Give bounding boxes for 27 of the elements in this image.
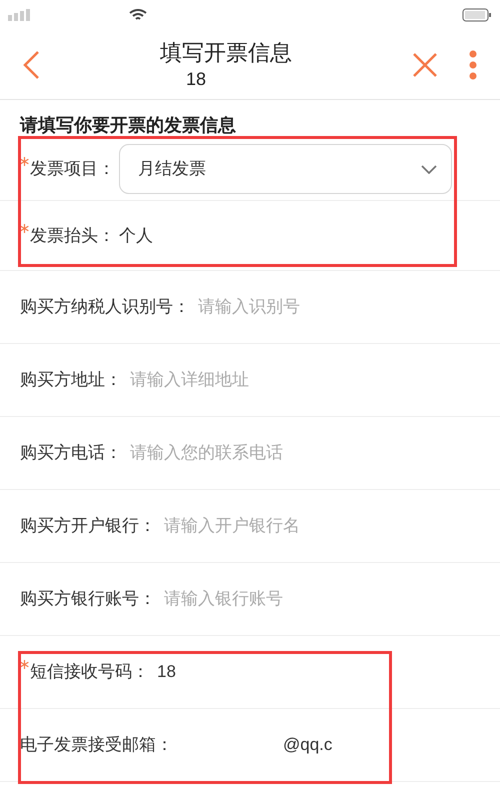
page-subtitle: 18 <box>186 68 208 90</box>
wifi-icon <box>129 9 147 21</box>
section-heading: 请填写你要开票的发票信息 <box>18 114 237 137</box>
field-label: 短信接收号码： <box>20 659 149 685</box>
field-label: 发票项目： <box>20 156 115 182</box>
input-field[interactable]: 请输入您的联系电话 <box>130 440 452 466</box>
back-icon[interactable] <box>22 50 40 80</box>
field-label: 购买方地址： <box>20 369 122 392</box>
field-label: 购买方开户银行： <box>20 515 156 538</box>
more-icon[interactable] <box>468 50 478 80</box>
field-value: 个人 <box>119 224 153 247</box>
field-label: 购买方电话： <box>20 442 122 464</box>
input-field[interactable]: 请输入银行账号 <box>164 586 452 612</box>
field-label: 发票抬头： <box>20 222 115 248</box>
input-field[interactable]: 请输入详细地址 <box>130 367 452 393</box>
invoice-select[interactable]: 月结发票 <box>119 144 452 194</box>
input-field[interactable]: @qq.c <box>181 732 452 758</box>
input-field[interactable]: 18 <box>157 659 452 685</box>
battery-icon <box>462 8 492 22</box>
field-label: 电子发票接受邮箱： <box>20 734 173 756</box>
chevron-down-icon <box>421 164 437 174</box>
field-label: 购买方纳税人识别号： <box>20 296 190 318</box>
input-field[interactable]: 请输入识别号 <box>198 294 452 320</box>
page-title: 填写开票信息 <box>160 38 292 66</box>
field-label: 购买方银行账号： <box>20 588 156 610</box>
input-field[interactable]: 请输入开户银行名 <box>164 513 452 539</box>
close-icon[interactable] <box>412 52 438 78</box>
